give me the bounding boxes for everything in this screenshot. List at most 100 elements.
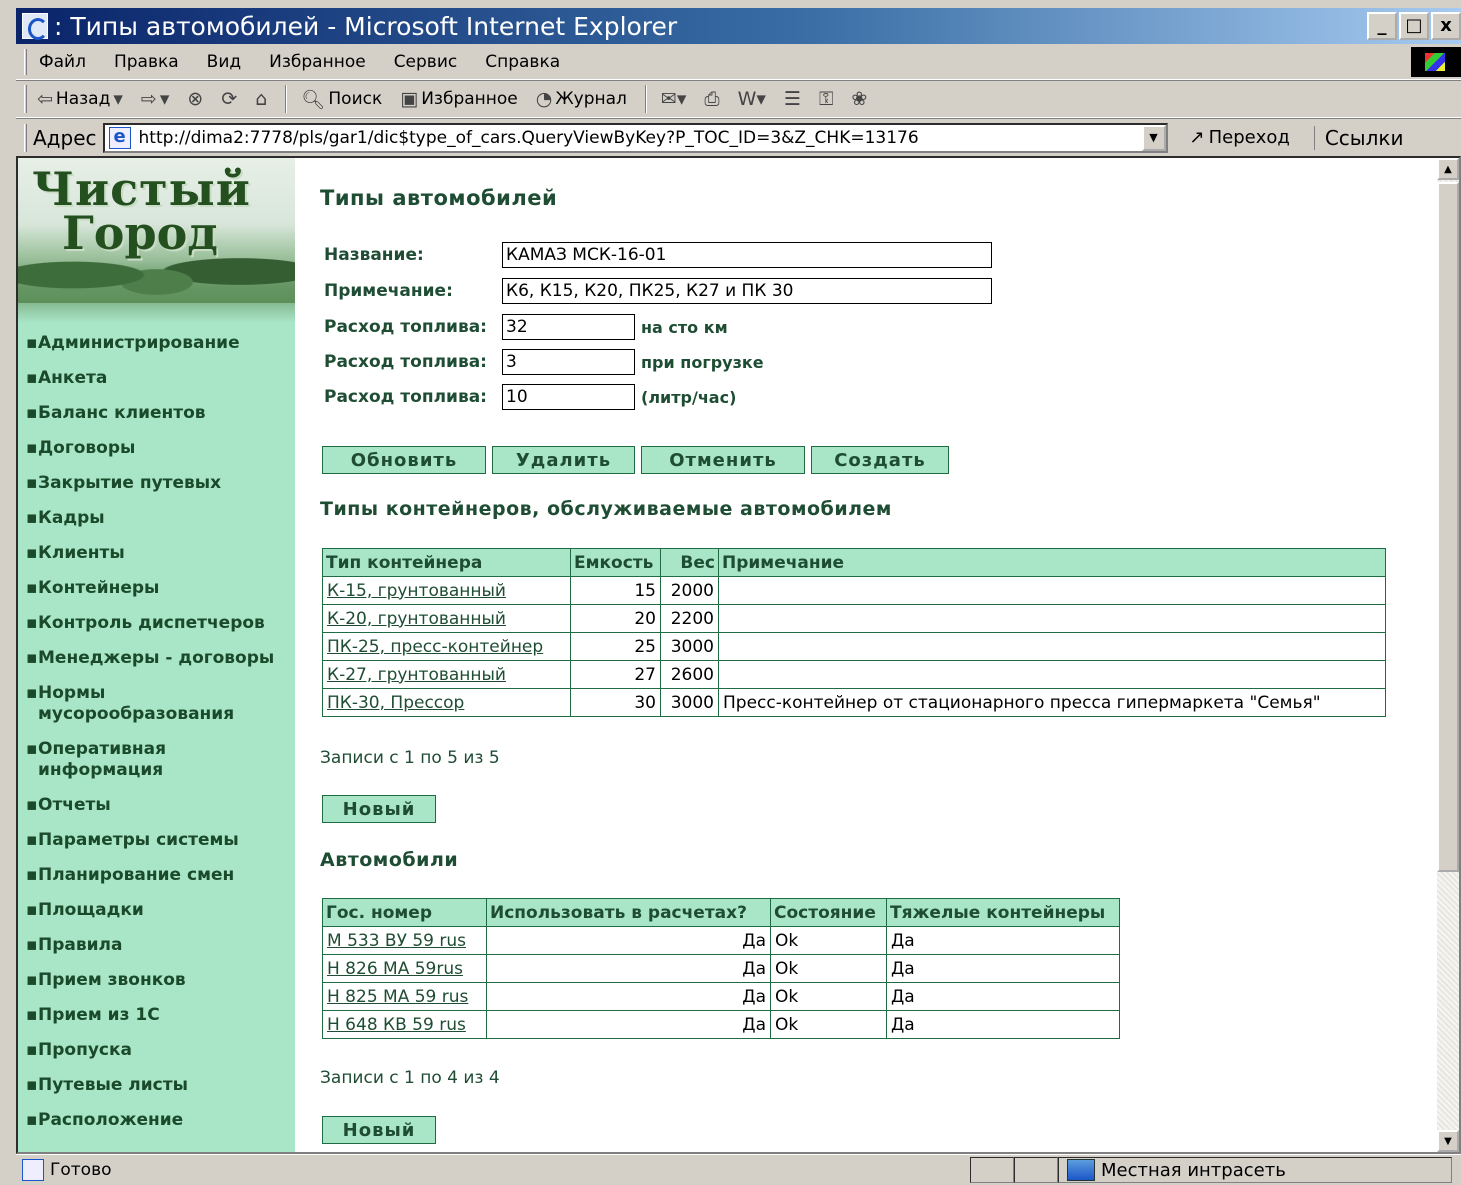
fuel-per-100km-input[interactable] <box>502 314 635 340</box>
sidebar-item-sites[interactable]: ▪ Площадки <box>18 900 295 921</box>
maximize-button[interactable]: □ <box>1399 12 1429 40</box>
scroll-down-icon[interactable]: ▼ <box>1437 1130 1459 1152</box>
column-header[interactable]: Емкость <box>570 548 661 577</box>
weight-cell: 2200 <box>660 604 719 633</box>
column-header[interactable]: Гос. номер <box>322 898 487 927</box>
menu-file[interactable]: Файл <box>39 52 86 72</box>
sidebar-item-location[interactable]: ▪ Расположение <box>18 1110 295 1131</box>
sidebar-item-waste-norms[interactable]: ▪ Нормы мусорообразования <box>18 683 295 725</box>
container-type-link[interactable]: ПК-30, Прессор <box>327 693 464 713</box>
back-button[interactable]: ⇦ Назад ▾ <box>37 88 123 110</box>
container-type-link[interactable]: ПК-25, пресс-контейнер <box>327 637 543 657</box>
sidebar-item-calls[interactable]: ▪ Прием звонков <box>18 970 295 991</box>
menu-favorites[interactable]: Избранное <box>269 52 366 72</box>
sidebar-item-closing-waybills[interactable]: ▪ Закрытие путевых <box>18 473 295 494</box>
fuel-loading-input[interactable] <box>502 349 635 375</box>
name-input[interactable] <box>502 242 992 268</box>
sidebar-item-waybills[interactable]: ▪ Путевые листы <box>18 1075 295 1096</box>
home-button[interactable]: ⌂ <box>255 88 267 110</box>
sidebar-item-import-1c[interactable]: ▪ Прием из 1С <box>18 1005 295 1026</box>
print-button[interactable]: ⎙ <box>704 88 719 110</box>
container-type-link[interactable]: К-27, грунтованный <box>327 665 506 685</box>
plugin-button[interactable]: ❀ <box>851 88 867 110</box>
sidebar-item-staff[interactable]: ▪ Кадры <box>18 508 295 529</box>
go-button[interactable]: ↗ Переход <box>1190 127 1290 148</box>
car-plate-link[interactable]: Н 825 МА 59 rus <box>327 987 468 1007</box>
toolbar-grip[interactable] <box>24 123 27 152</box>
messenger-button[interactable]: ⚿ <box>819 88 833 110</box>
refresh-button[interactable]: ⟳ <box>221 88 237 110</box>
note-input[interactable] <box>502 278 992 304</box>
address-input[interactable]: http://dima2:7778/pls/gar1/dic$type_of_c… <box>102 122 1168 153</box>
capacity-cell: 25 <box>570 632 661 661</box>
fuel-per-hour-input[interactable] <box>502 384 635 410</box>
sidebar-item-shift-planning[interactable]: ▪ Планирование смен <box>18 865 295 886</box>
column-header[interactable]: Примечание <box>718 548 1386 577</box>
sidebar-item-passes[interactable]: ▪ Пропуска <box>18 1040 295 1061</box>
discuss-button[interactable]: ☰ <box>784 88 801 110</box>
sidebar-item-client-balance[interactable]: ▪ Баланс клиентов <box>18 403 295 424</box>
car-plate-link[interactable]: М 533 ВУ 59 rus <box>327 931 466 951</box>
sidebar-item-survey[interactable]: ▪ Анкета <box>18 368 295 389</box>
column-header[interactable]: Вес <box>660 548 719 577</box>
close-button[interactable]: x <box>1431 12 1461 40</box>
column-header[interactable]: Использовать в расчетах? <box>486 898 771 927</box>
new-car-button[interactable]: Новый <box>322 1116 436 1144</box>
container-type-link[interactable]: К-20, грунтованный <box>327 609 506 629</box>
site-logo[interactable]: Чистый Город <box>18 158 295 323</box>
menu-edit[interactable]: Правка <box>114 52 179 72</box>
toolbar-grip[interactable] <box>24 85 27 113</box>
menu-tools[interactable]: Сервис <box>394 52 458 72</box>
update-button[interactable]: Обновить <box>322 446 486 474</box>
address-url[interactable]: http://dima2:7778/pls/gar1/dic$type_of_c… <box>139 128 919 148</box>
discuss-icon: ☰ <box>783 88 801 110</box>
stop-button[interactable]: ⊗ <box>187 88 203 110</box>
new-container-button[interactable]: Новый <box>322 795 436 823</box>
chevron-down-icon[interactable]: ▼ <box>1141 124 1166 151</box>
chevron-down-icon[interactable]: ▾ <box>113 88 123 110</box>
menu-help[interactable]: Справка <box>485 52 560 72</box>
car-plate-link[interactable]: Н 648 КВ 59 rus <box>327 1015 466 1035</box>
sidebar-item-containers[interactable]: ▪ Контейнеры <box>18 578 295 599</box>
column-header[interactable]: Состояние <box>770 898 887 927</box>
sidebar-item-system-params[interactable]: ▪ Параметры системы <box>18 830 295 851</box>
sidebar-item-administration[interactable]: ▪ Администрирование <box>18 333 295 354</box>
edit-button[interactable]: W▾ <box>738 88 766 110</box>
favorites-button[interactable]: ▣ Избранное <box>400 88 518 110</box>
sidebar-item-reports[interactable]: ▪ Отчеты <box>18 795 295 816</box>
note-cell: Пресс-контейнер от стационарного пресса … <box>718 688 1386 717</box>
note-label: Примечание: <box>324 281 453 301</box>
cars-record-count: Записи с 1 по 4 из 4 <box>320 1068 500 1088</box>
vertical-scrollbar[interactable]: ▲ ▼ <box>1437 158 1459 1152</box>
sidebar-item-dispatcher-control[interactable]: ▪ Контроль диспетчеров <box>18 613 295 634</box>
column-header[interactable]: Тяжелые контейнеры <box>886 898 1120 927</box>
scroll-up-icon[interactable]: ▲ <box>1437 158 1459 180</box>
mail-button[interactable]: ✉▾ <box>661 88 686 110</box>
cancel-button[interactable]: Отменить <box>641 446 805 474</box>
chevron-down-icon[interactable]: ▾ <box>160 88 170 110</box>
links-button[interactable]: Ссылки <box>1313 125 1403 150</box>
heavy-containers-cell: Да <box>886 954 1120 983</box>
sidebar-item-contracts[interactable]: ▪ Договоры <box>18 438 295 459</box>
search-button[interactable]: 🔍︎ Поиск <box>301 88 382 111</box>
state-cell: Ok <box>770 982 887 1011</box>
forward-button[interactable]: ⇨ ▾ <box>141 88 169 110</box>
scrollbar-thumb[interactable] <box>1437 182 1459 872</box>
history-button[interactable]: ◔ Журнал <box>536 88 627 110</box>
column-header[interactable]: Тип контейнера <box>322 548 571 577</box>
create-button[interactable]: Создать <box>811 446 949 474</box>
table-row: Н 826 МА 59rus Да Ok Да <box>322 954 1120 983</box>
minimize-button[interactable]: _ <box>1367 12 1397 40</box>
car-plate-link[interactable]: Н 826 МА 59rus <box>327 959 463 979</box>
sidebar-item-clients[interactable]: ▪ Клиенты <box>18 543 295 564</box>
delete-button[interactable]: Удалить <box>492 446 635 474</box>
table-row: К-27, грунтованный 27 2600 <box>322 660 1386 689</box>
fuel-label: Расход топлива: <box>324 387 487 407</box>
sidebar-item-operative-info[interactable]: ▪ Оперативная информация <box>18 739 295 781</box>
toolbar-grip[interactable] <box>24 48 27 75</box>
sidebar-item-managers-contracts[interactable]: ▪ Менеджеры - договоры <box>18 648 295 669</box>
menu-view[interactable]: Вид <box>207 52 241 72</box>
intranet-icon <box>1067 1159 1095 1181</box>
container-type-link[interactable]: К-15, грунтованный <box>327 581 506 601</box>
sidebar-item-rules[interactable]: ▪ Правила <box>18 935 295 956</box>
